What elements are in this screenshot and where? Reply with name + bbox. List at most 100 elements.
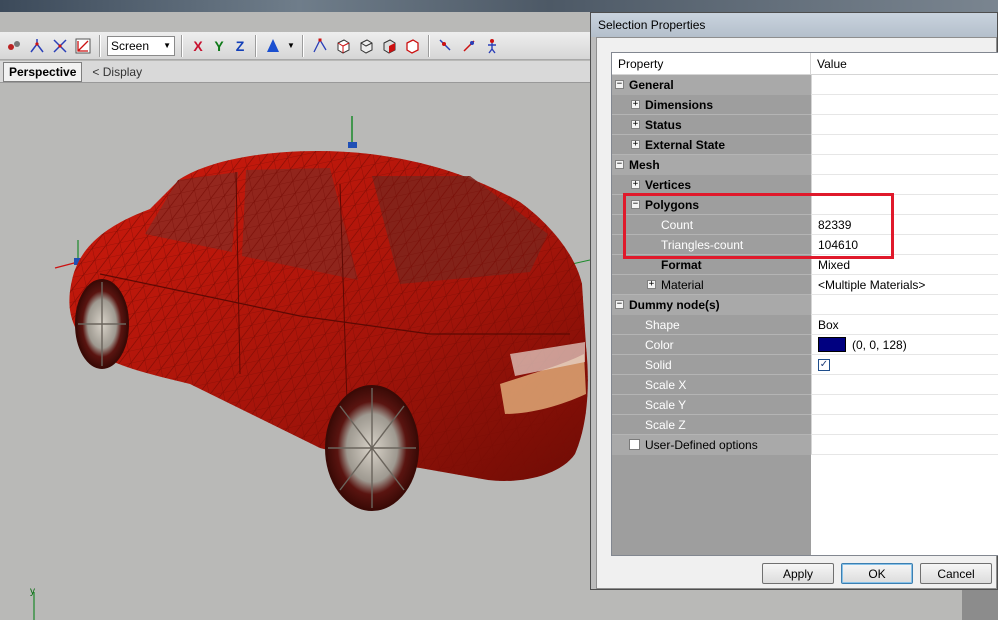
property-row[interactable]: Shape Box	[612, 315, 998, 335]
axis-z-button[interactable]: Z	[231, 36, 249, 56]
background-window-edge	[962, 590, 998, 620]
property-label: Polygons	[645, 197, 700, 212]
property-name-cell: Solid	[612, 355, 811, 375]
solid-checkbox[interactable]: ✓	[818, 358, 830, 371]
property-row[interactable]: Scale Y	[612, 395, 998, 415]
property-label: Color	[645, 337, 674, 352]
property-grid: Property Value − General + Dimensions + Statu…	[611, 52, 998, 556]
property-value-cell[interactable]: <Multiple Materials>	[811, 275, 998, 295]
property-value-cell[interactable]	[811, 295, 998, 315]
user-defined-options-checkbox[interactable]	[629, 439, 640, 450]
chevron-down-icon[interactable]: ▼	[286, 36, 296, 56]
property-name-cell: Count	[612, 215, 811, 235]
toolbar-separator	[255, 34, 257, 57]
property-label: Scale X	[645, 377, 687, 392]
scale-tool-icon[interactable]	[73, 36, 93, 56]
property-label: Format	[661, 257, 702, 272]
property-grid-header: Property Value	[612, 53, 998, 75]
property-row[interactable]: − Dummy node(s)	[612, 295, 998, 315]
property-row[interactable]: − Mesh	[612, 155, 998, 175]
property-row[interactable]: User-Defined options	[612, 435, 998, 455]
select-object-icon[interactable]	[4, 36, 24, 56]
property-row[interactable]: + Dimensions	[612, 95, 998, 115]
vertex-select-icon[interactable]	[310, 36, 330, 56]
expand-icon[interactable]: +	[631, 140, 640, 149]
apply-button[interactable]: Apply	[762, 563, 834, 584]
expand-icon[interactable]: +	[647, 280, 656, 289]
property-name-cell: + Status	[612, 115, 811, 135]
cone-shape-icon[interactable]	[263, 36, 283, 56]
property-value-cell[interactable]	[811, 395, 998, 415]
move-tool-icon[interactable]	[27, 36, 47, 56]
property-value-cell[interactable]: 104610	[811, 235, 998, 255]
property-row[interactable]: + External State	[612, 135, 998, 155]
property-value-cell[interactable]: (0, 0, 128)	[811, 335, 998, 355]
property-label: General	[629, 77, 674, 92]
display-panel-link[interactable]: < Display	[92, 65, 142, 79]
dialog-title: Selection Properties	[598, 18, 706, 32]
property-name-cell: − Polygons	[612, 195, 811, 215]
axis-x-button[interactable]: X	[189, 36, 207, 56]
dialog-button-bar: Apply OK Cancel	[762, 563, 992, 584]
property-value-cell[interactable]: ✓	[811, 355, 998, 375]
property-value-cell[interactable]	[811, 95, 998, 115]
face-select-icon[interactable]	[356, 36, 376, 56]
property-value-cell[interactable]	[811, 195, 998, 215]
bone-tool-icon[interactable]	[482, 36, 502, 56]
edge-select-icon[interactable]	[333, 36, 353, 56]
property-name-cell: Scale X	[612, 375, 811, 395]
toolbar-separator	[302, 34, 304, 57]
tab-perspective[interactable]: Perspective	[3, 61, 83, 82]
collapse-icon[interactable]: −	[615, 80, 624, 89]
column-header-value[interactable]: Value	[811, 53, 847, 75]
collapse-icon[interactable]: −	[615, 300, 624, 309]
property-grid-body: − General + Dimensions + Status + External Stat…	[612, 75, 998, 555]
property-value-cell[interactable]	[811, 135, 998, 155]
object-select-icon[interactable]	[402, 36, 422, 56]
rotate-tool-icon[interactable]	[50, 36, 70, 56]
collapse-icon[interactable]: −	[615, 160, 624, 169]
coordinate-system-select[interactable]: Screen ▼	[107, 35, 175, 56]
expand-icon[interactable]: +	[631, 100, 640, 109]
property-row[interactable]: Scale Z	[612, 415, 998, 435]
column-header-property[interactable]: Property	[612, 53, 811, 75]
property-row[interactable]: Scale X	[612, 375, 998, 395]
property-row[interactable]: + Vertices	[612, 175, 998, 195]
dialog-content: Property Value − General + Dimensions + Statu…	[596, 37, 998, 589]
property-value-cell[interactable]	[811, 75, 998, 95]
property-row[interactable]: + Status	[612, 115, 998, 135]
3d-viewport[interactable]: y	[0, 84, 590, 620]
property-row[interactable]: − General	[612, 75, 998, 95]
property-value-cell[interactable]: Mixed	[811, 255, 998, 275]
property-value-cell[interactable]	[811, 175, 998, 195]
property-row[interactable]: Color (0, 0, 128)	[612, 335, 998, 355]
property-row[interactable]: Triangles-count 104610	[612, 235, 998, 255]
color-swatch[interactable]	[818, 337, 846, 352]
selection-properties-dialog: Selection Properties Property Value − Gen…	[590, 12, 998, 590]
property-name-cell: + Vertices	[612, 175, 811, 195]
ok-button[interactable]: OK	[841, 563, 913, 584]
property-value-cell[interactable]	[811, 435, 998, 455]
property-row[interactable]: Format Mixed	[612, 255, 998, 275]
property-name-cell: Triangles-count	[612, 235, 811, 255]
property-value-cell[interactable]: Box	[811, 315, 998, 335]
property-row[interactable]: Count 82339	[612, 215, 998, 235]
dialog-titlebar[interactable]: Selection Properties	[591, 13, 997, 37]
link-tool-icon[interactable]	[459, 36, 479, 56]
property-value-cell[interactable]: 82339	[811, 215, 998, 235]
property-row[interactable]: + Material <Multiple Materials>	[612, 275, 998, 295]
element-select-icon[interactable]	[379, 36, 399, 56]
property-value-cell[interactable]	[811, 375, 998, 395]
property-value-cell[interactable]	[811, 115, 998, 135]
property-row[interactable]: Solid ✓	[612, 355, 998, 375]
collapse-icon[interactable]: −	[631, 200, 640, 209]
pivot-tool-icon[interactable]	[436, 36, 456, 56]
expand-icon[interactable]: +	[631, 120, 640, 129]
cancel-button[interactable]: Cancel	[920, 563, 992, 584]
expand-icon[interactable]: +	[631, 180, 640, 189]
axis-y-button[interactable]: Y	[210, 36, 228, 56]
property-value-cell[interactable]	[811, 415, 998, 435]
property-row[interactable]: − Polygons	[612, 195, 998, 215]
property-value-cell[interactable]	[811, 155, 998, 175]
property-value: 82339	[818, 217, 852, 232]
